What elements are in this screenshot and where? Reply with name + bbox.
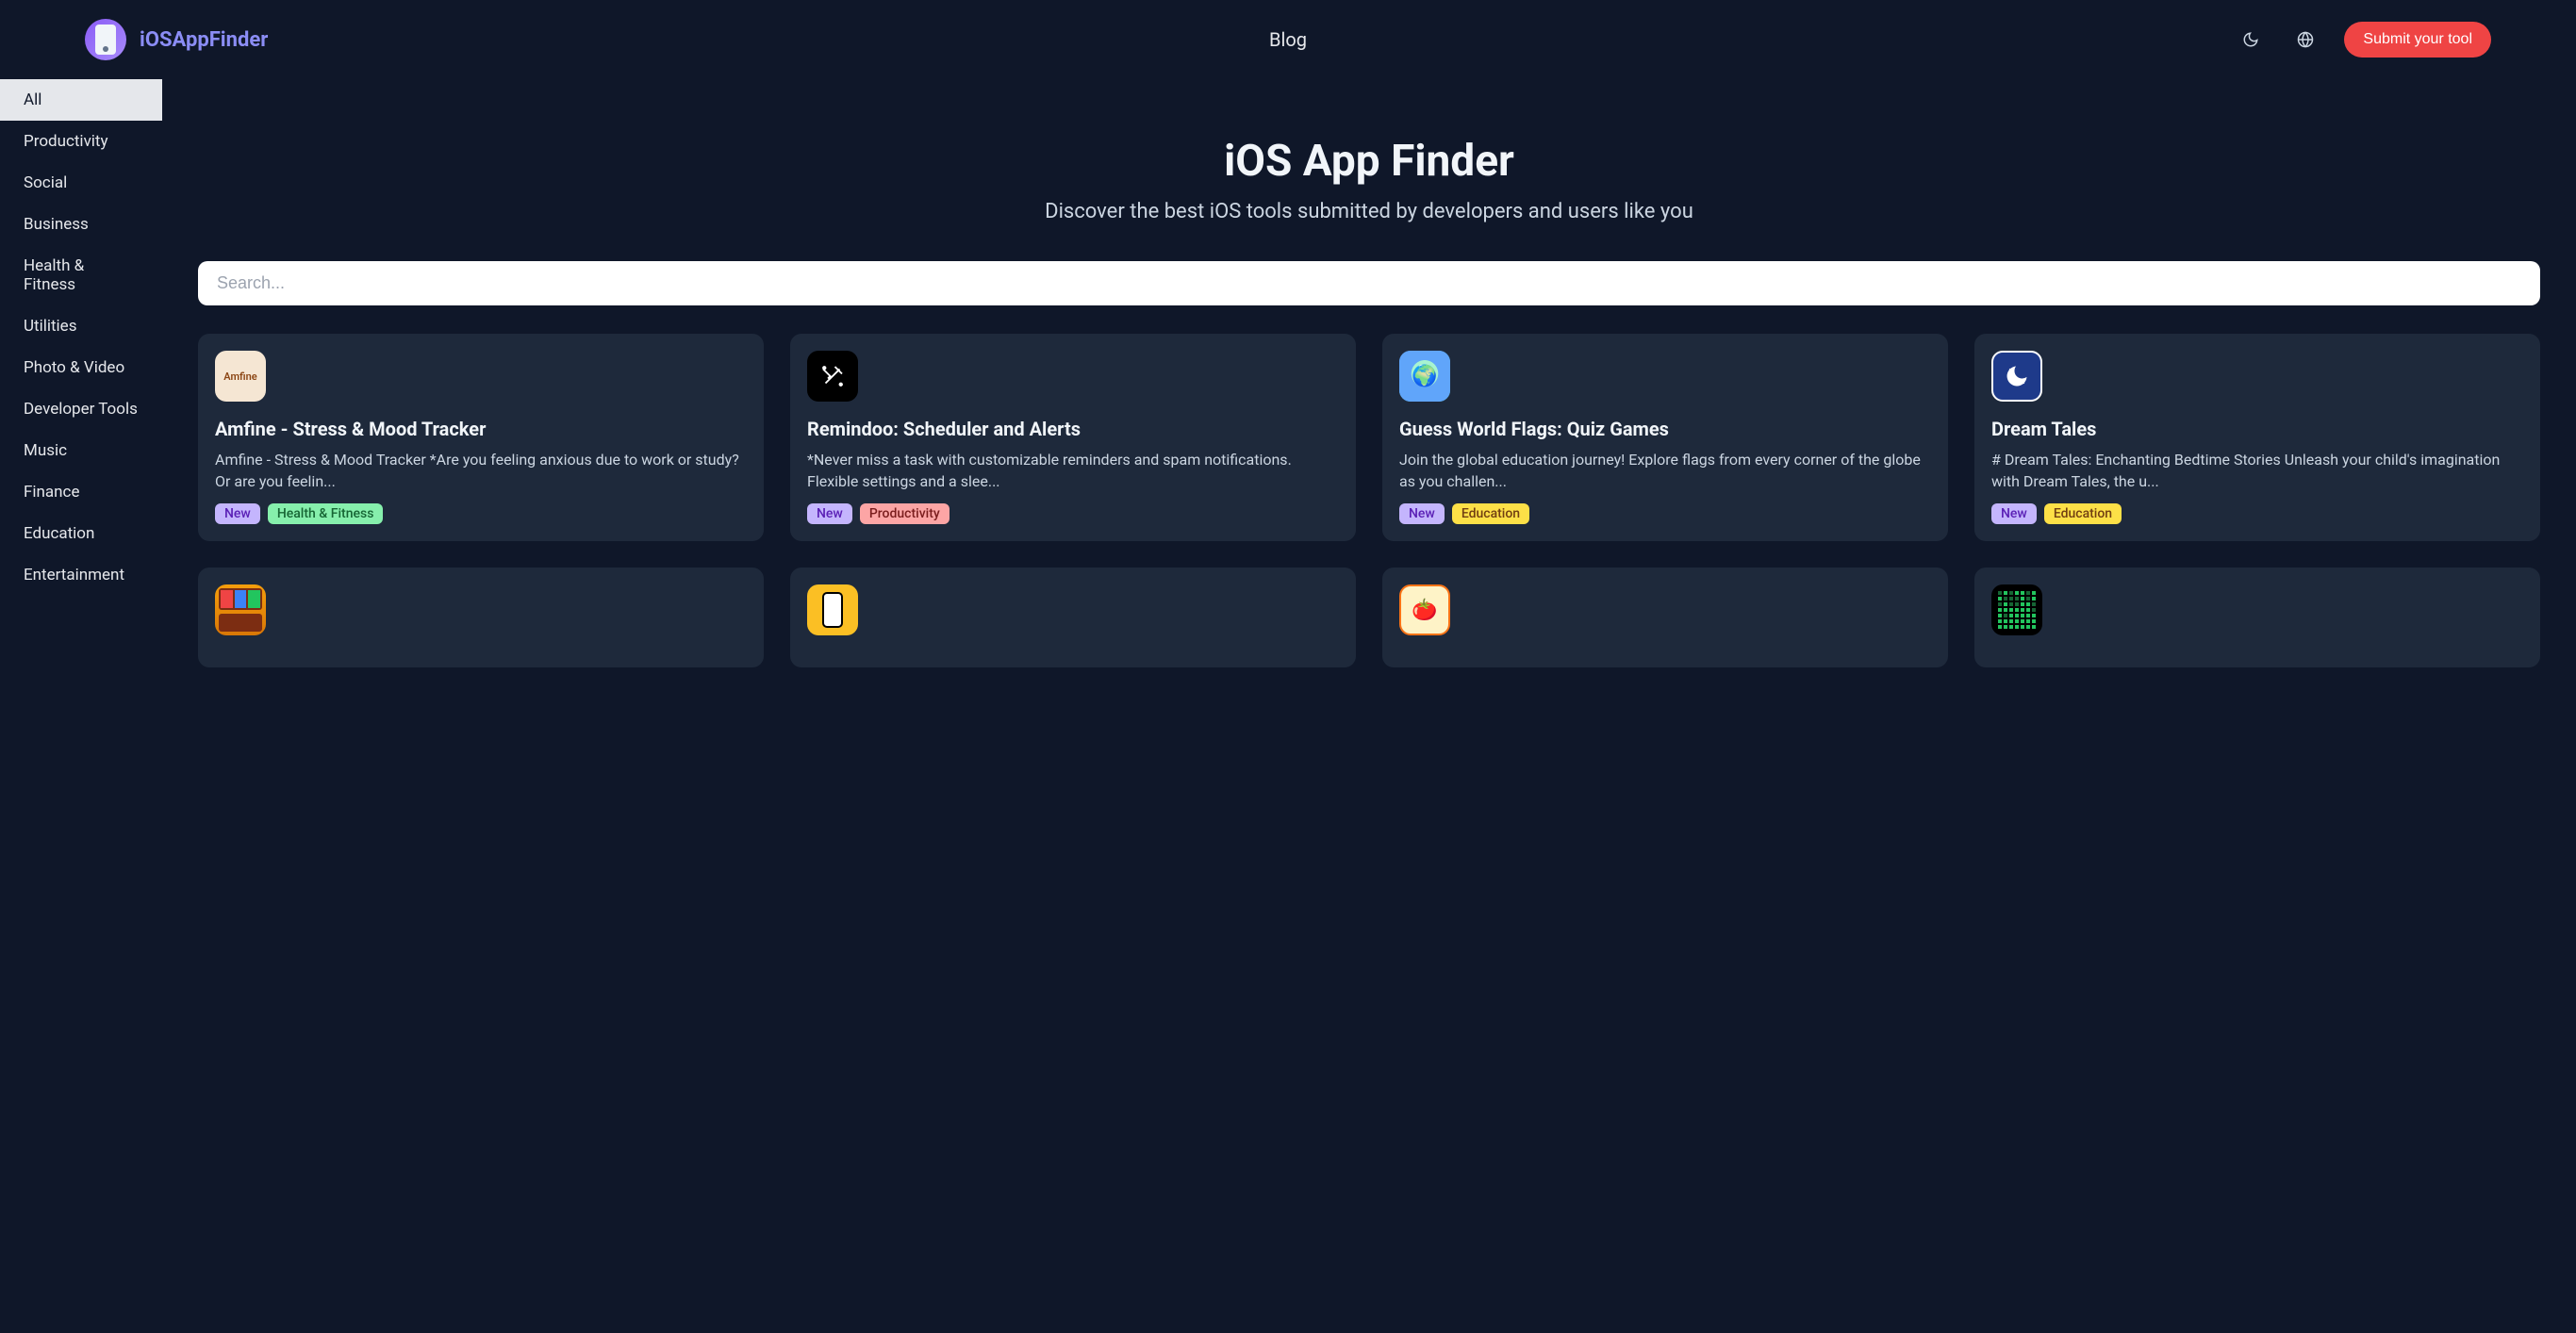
app-title: Dream Tales — [1991, 417, 2523, 441]
sidebar-item[interactable]: Social — [0, 162, 162, 204]
sidebar-item-label: Productivity — [24, 132, 108, 151]
app-icon — [1991, 584, 2042, 635]
tag: Education — [2044, 503, 2122, 524]
header: iOSAppFinder Blog Submit your tool — [0, 0, 2576, 79]
sidebar-item[interactable]: Photo & Video — [0, 347, 162, 388]
submit-tool-button[interactable]: Submit your tool — [2344, 22, 2491, 58]
sidebar-item[interactable]: Business — [0, 204, 162, 245]
app-icon — [1991, 351, 2042, 402]
app-icon: Amfine — [215, 351, 266, 402]
app-card[interactable]: Dream Tales # Dream Tales: Enchanting Bed… — [1974, 334, 2540, 541]
header-actions: Submit your tool — [2235, 22, 2491, 58]
app-icon — [807, 351, 858, 402]
app-card[interactable] — [1974, 568, 2540, 667]
sidebar-item[interactable]: Health & Fitness — [0, 245, 162, 305]
search-input[interactable] — [217, 273, 2521, 293]
tag: Health & Fitness — [268, 503, 384, 524]
sidebar-item[interactable]: Music — [0, 430, 162, 471]
sidebar-item[interactable]: Entertainment — [0, 554, 162, 596]
tag-list: New Education — [1399, 503, 1931, 524]
page-title: iOS App Finder — [198, 136, 2540, 187]
sidebar-item-label: Social — [24, 173, 67, 192]
app-description: *Never miss a task with customizable rem… — [807, 449, 1339, 492]
nav-blog[interactable]: Blog — [1269, 28, 1307, 51]
moon-icon — [2242, 31, 2259, 48]
sidebar-item[interactable]: Developer Tools — [0, 388, 162, 430]
page-subtitle: Discover the best iOS tools submitted by… — [198, 200, 2540, 223]
tag: New — [1399, 503, 1445, 524]
sidebar-item[interactable]: Education — [0, 513, 162, 554]
dark-mode-toggle[interactable] — [2235, 24, 2267, 56]
sidebar-item[interactable]: Finance — [0, 471, 162, 513]
brand-area[interactable]: iOSAppFinder — [85, 19, 268, 60]
tag-list: New Health & Fitness — [215, 503, 747, 524]
tag: New — [807, 503, 852, 524]
app-description: Amfine - Stress & Mood Tracker *Are you … — [215, 449, 747, 492]
app-description: # Dream Tales: Enchanting Bedtime Storie… — [1991, 449, 2523, 492]
app-title: Remindoo: Scheduler and Alerts — [807, 417, 1339, 441]
app-card[interactable] — [790, 568, 1356, 667]
app-icon — [807, 584, 858, 635]
tag: Productivity — [860, 503, 949, 524]
app-grid: Amfine Amfine - Stress & Mood Tracker Amfi… — [198, 334, 2540, 667]
globe-icon — [2297, 31, 2314, 48]
sidebar-item-label: Entertainment — [24, 566, 124, 584]
sidebar-item[interactable]: Productivity — [0, 121, 162, 162]
sidebar-item-label: Business — [24, 215, 89, 234]
category-sidebar: All Productivity Social Business Health & Fi… — [0, 79, 162, 705]
tag: New — [1991, 503, 2037, 524]
main-content: iOS App Finder Discover the best iOS too… — [162, 79, 2576, 705]
sidebar-item-label: Finance — [24, 483, 79, 502]
tag: New — [215, 503, 260, 524]
app-icon: 🌍 — [1399, 351, 1450, 402]
sidebar-item-label: Education — [24, 524, 94, 543]
nav-center: Blog — [1269, 28, 1307, 51]
search-box[interactable] — [198, 261, 2540, 305]
app-icon: 🍅 — [1399, 584, 1450, 635]
tag: Education — [1452, 503, 1529, 524]
app-icon — [215, 584, 266, 635]
brand-name: iOSAppFinder — [140, 28, 268, 52]
sidebar-item-label: Music — [24, 441, 67, 460]
hero: iOS App Finder Discover the best iOS too… — [198, 79, 2540, 261]
app-card[interactable] — [198, 568, 764, 667]
app-card[interactable]: 🌍 Guess World Flags: Quiz Games Join the g… — [1382, 334, 1948, 541]
app-card[interactable]: Remindoo: Scheduler and Alerts *Never mis… — [790, 334, 1356, 541]
sidebar-item[interactable]: All — [0, 79, 162, 121]
app-description: Join the global education journey! Explo… — [1399, 449, 1931, 492]
tag-list: New Productivity — [807, 503, 1339, 524]
tag-list: New Education — [1991, 503, 2523, 524]
sidebar-item-label: All — [24, 91, 41, 109]
sidebar-item-label: Developer Tools — [24, 400, 138, 419]
app-card[interactable]: Amfine Amfine - Stress & Mood Tracker Amfi… — [198, 334, 764, 541]
sidebar-item-label: Utilities — [24, 317, 76, 336]
language-button[interactable] — [2289, 24, 2321, 56]
app-title: Amfine - Stress & Mood Tracker — [215, 417, 747, 441]
sidebar-item-label: Photo & Video — [24, 358, 124, 377]
sidebar-item-label: Health & Fitness — [24, 256, 84, 294]
brand-logo — [85, 19, 126, 60]
sidebar-item[interactable]: Utilities — [0, 305, 162, 347]
app-card[interactable]: 🍅 — [1382, 568, 1948, 667]
app-title: Guess World Flags: Quiz Games — [1399, 417, 1931, 441]
